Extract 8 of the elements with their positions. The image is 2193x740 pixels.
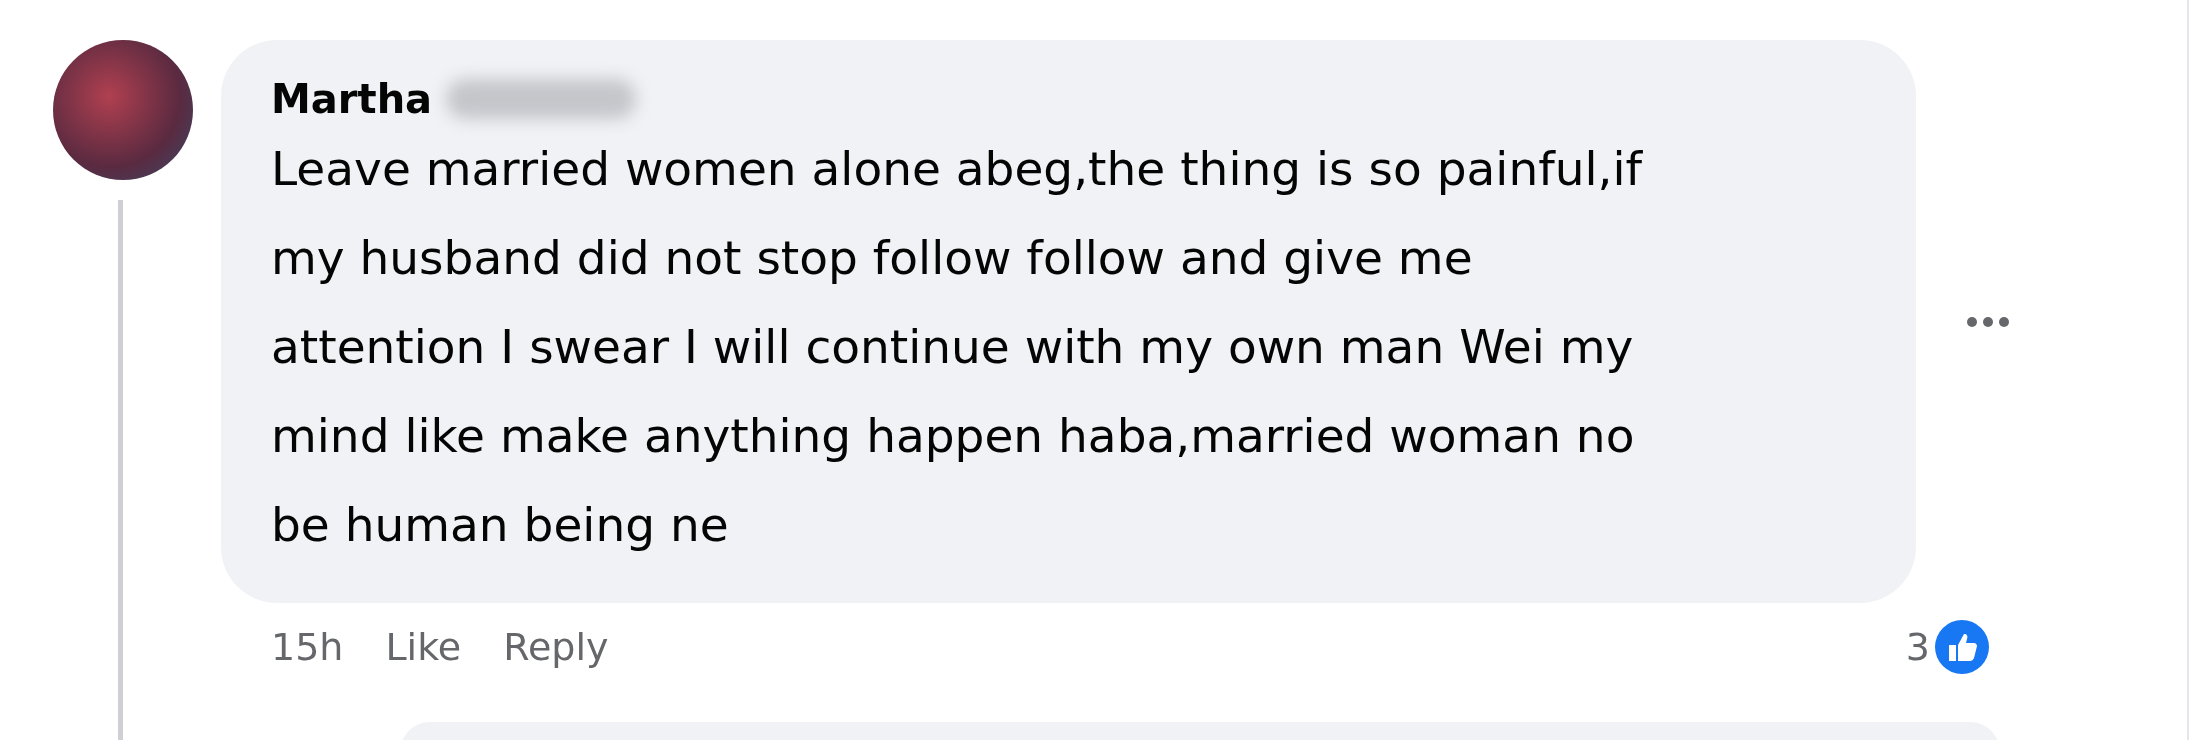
author-name[interactable]: Martha bbox=[271, 76, 433, 122]
reaction-count[interactable]: 3 bbox=[1905, 625, 1930, 669]
like-icon[interactable] bbox=[1934, 619, 1990, 675]
more-options-icon[interactable] bbox=[1966, 315, 2010, 328]
comment-text: Leave married women alone abeg,the thing is so painful,if my husband did not stop follow follow and give me attention I swear I will continue with my own man Wei my mind like make anything happen haba,married woman no be human being ne bbox=[271, 140, 1644, 554]
timestamp[interactable]: 15h bbox=[271, 625, 344, 669]
like-button[interactable]: Like bbox=[385, 625, 462, 669]
reply-button[interactable]: Reply bbox=[503, 625, 609, 669]
